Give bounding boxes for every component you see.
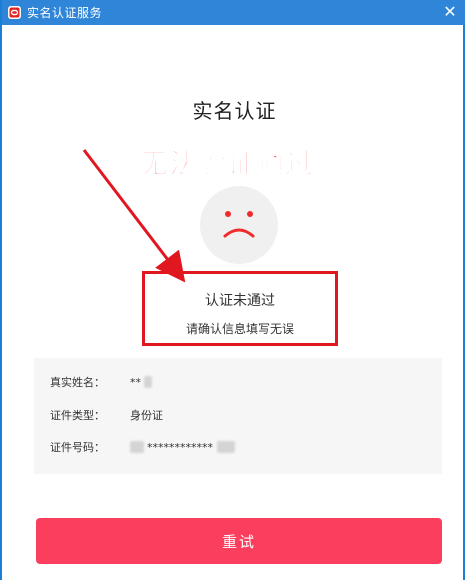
redacted-block [144,376,152,388]
result-subtitle: 请确认信息填写无误 [185,322,294,336]
redacted-block [130,441,144,453]
id-type-value: 身份证 [130,409,163,422]
retry-button[interactable]: 重试 [36,518,442,564]
id-number-value: ************ [130,441,235,454]
id-number-label: 证件号码： [50,441,105,454]
id-type-label: 证件类型： [50,409,105,422]
sad-face-icon [200,186,278,264]
info-panel: 真实姓名： ** 证件类型： 身份证 证件号码： ************ [34,358,442,474]
name-value-text: ** [130,375,141,389]
redacted-block [217,441,235,453]
id-type-row: 证件类型： 身份证 [50,406,163,424]
auth-window: 实名认证服务 ✕ 实名认证 无法验证通过 认证未通过 请确认信息填写无误 真实姓… [0,0,465,580]
id-number-row: 证件号码： ************ [50,438,235,456]
result-highlight-box: 认证未通过 请确认信息填写无误 [142,271,338,346]
name-row: 真实姓名： ** [50,373,152,391]
name-value: ** [130,376,152,389]
id-number-text: ************ [147,440,213,454]
name-label: 真实姓名： [50,376,105,389]
result-title: 认证未通过 [205,293,275,309]
